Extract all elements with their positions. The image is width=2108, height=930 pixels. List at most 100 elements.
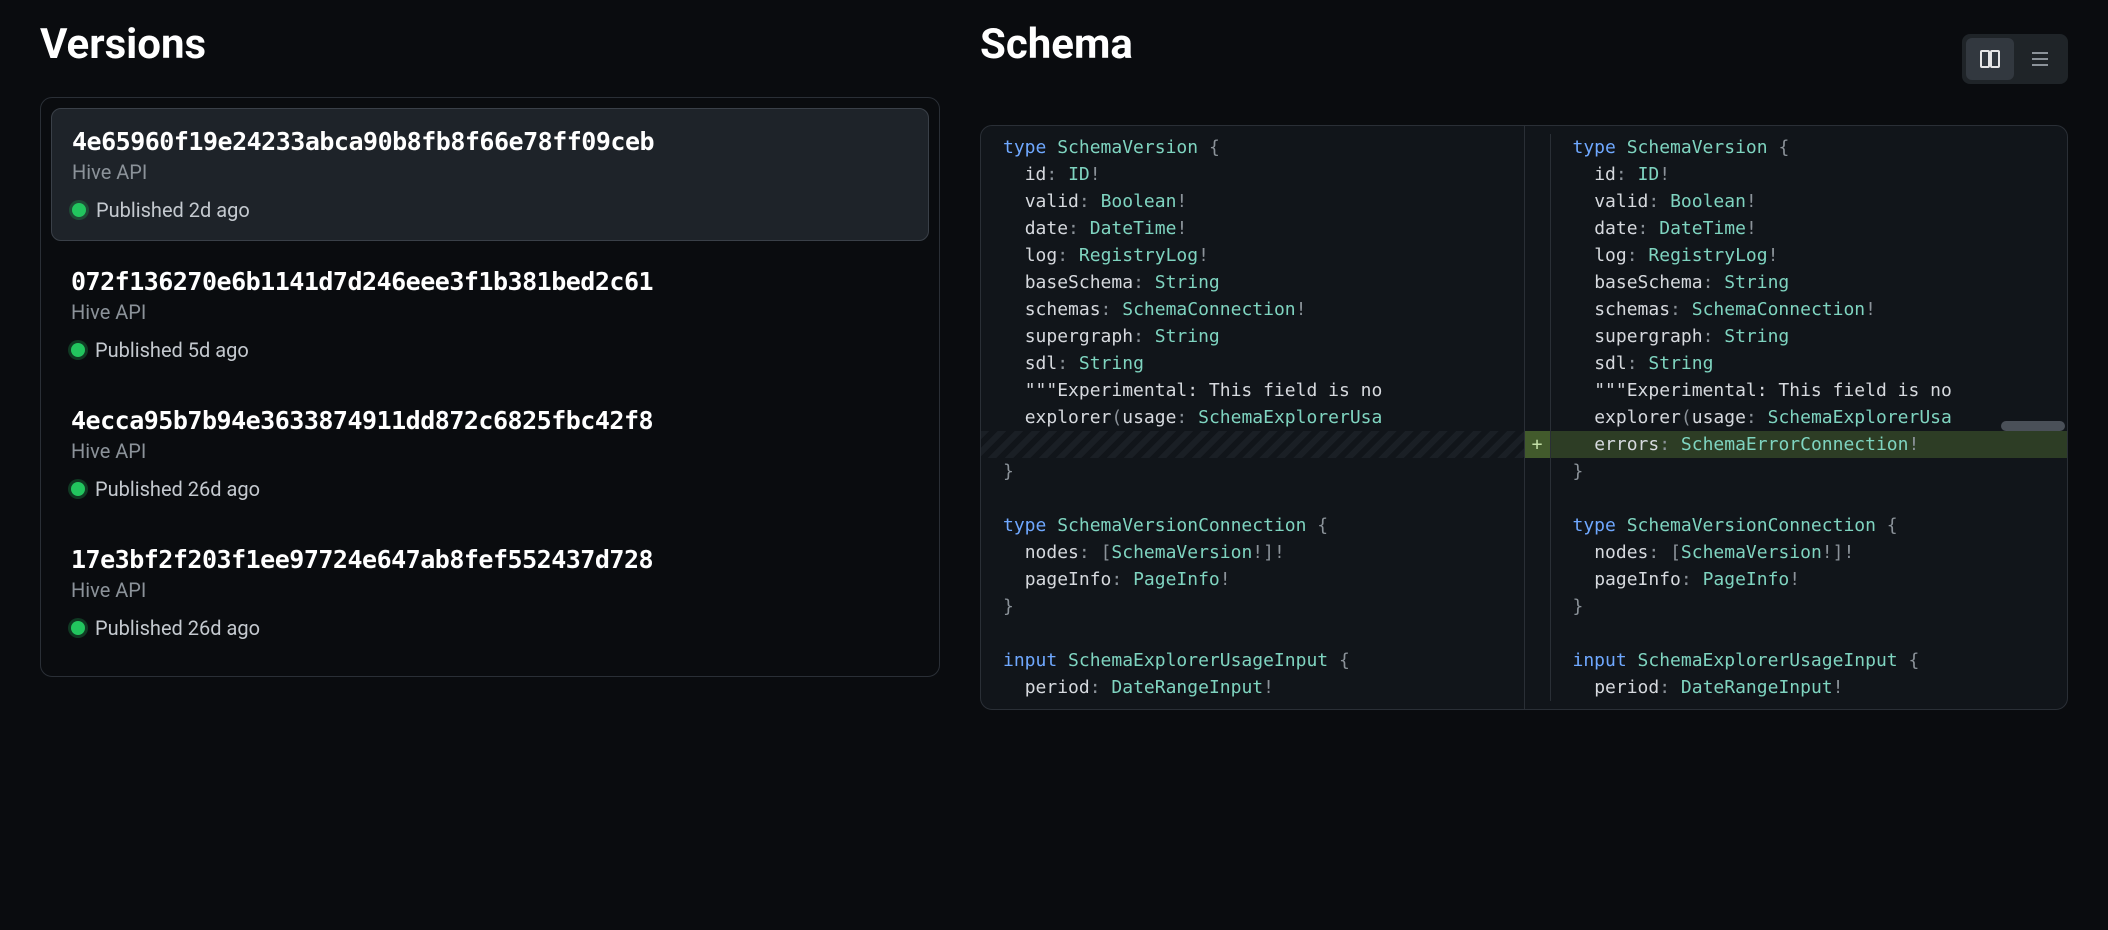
diff-gutter — [1525, 188, 1551, 215]
code-line-content: type SchemaVersionConnection { — [981, 512, 1524, 539]
code-line: type SchemaVersionConnection { — [1525, 512, 2068, 539]
diff-gutter: + — [1525, 431, 1551, 458]
code-line-content: nodes: [SchemaVersion!]! — [1551, 539, 2068, 566]
code-line-content — [1551, 485, 2068, 512]
list-icon — [2028, 47, 2052, 71]
code-line-content: } — [1551, 593, 2068, 620]
code-line: pageInfo: PageInfo! — [981, 566, 1524, 593]
diff-gutter — [1525, 512, 1551, 539]
code-line: id: ID! — [1525, 161, 2068, 188]
code-line — [1525, 485, 2068, 512]
code-line: valid: Boolean! — [1525, 188, 2068, 215]
code-line: input SchemaExplorerUsageInput { — [981, 647, 1524, 674]
code-line-content: input SchemaExplorerUsageInput { — [1551, 647, 2068, 674]
code-line: supergraph: String — [1525, 323, 2068, 350]
code-line-content: schemas: SchemaConnection! — [1551, 296, 2068, 323]
version-status: Published 2d ago — [72, 198, 908, 222]
diff-pane-left: type SchemaVersion { id: ID! valid: Bool… — [981, 126, 1525, 709]
version-status-text: Published 26d ago — [95, 616, 260, 640]
version-status-text: Published 26d ago — [95, 477, 260, 501]
code-line-content: log: RegistryLog! — [1551, 242, 2068, 269]
diff-gutter — [1525, 647, 1551, 674]
status-dot-icon — [71, 482, 85, 496]
code-line-content: supergraph: String — [1551, 323, 2068, 350]
code-line-content: id: ID! — [1551, 161, 2068, 188]
code-line — [981, 431, 1524, 458]
code-line-content: } — [1551, 458, 2068, 485]
version-hash: 17e3bf2f203f1ee97724e647ab8fef552437d728 — [71, 545, 909, 574]
version-app: Hive API — [71, 439, 909, 463]
version-item[interactable]: 4ecca95b7b94e3633874911dd872c6825fbc42f8… — [51, 388, 929, 519]
diff-gutter — [1525, 134, 1551, 161]
version-item[interactable]: 072f136270e6b1141d7d246eee3f1b381bed2c61… — [51, 249, 929, 380]
code-line: supergraph: String — [981, 323, 1524, 350]
version-app: Hive API — [71, 578, 909, 602]
diff-gutter — [1525, 404, 1551, 431]
list-view-button[interactable] — [2016, 38, 2064, 80]
code-line-content: input SchemaExplorerUsageInput { — [981, 647, 1524, 674]
code-line: id: ID! — [981, 161, 1524, 188]
horizontal-scrollbar[interactable] — [2001, 421, 2065, 431]
code-line-content: explorer(usage: SchemaExplorerUsa — [1551, 404, 2068, 431]
code-line-content — [981, 431, 1524, 458]
code-line-content: supergraph: String — [981, 323, 1524, 350]
columns-icon — [1978, 47, 2002, 71]
version-app: Hive API — [71, 300, 909, 324]
version-hash: 4ecca95b7b94e3633874911dd872c6825fbc42f8 — [71, 406, 909, 435]
schema-panel: Schema type SchemaVersion { id: ID! vali… — [980, 20, 2068, 930]
code-line-content: } — [981, 458, 1524, 485]
diff-gutter — [1525, 296, 1551, 323]
code-line — [981, 620, 1524, 647]
code-line — [1525, 620, 2068, 647]
code-line-content: type SchemaVersion { — [1551, 134, 2068, 161]
diff-gutter — [1525, 323, 1551, 350]
code-line-content: baseSchema: String — [981, 269, 1524, 296]
version-status-text: Published 5d ago — [95, 338, 249, 362]
versions-list: 4e65960f19e24233abca90b8fb8f66e78ff09ceb… — [40, 97, 940, 677]
code-line-content: sdl: String — [981, 350, 1524, 377]
diff-gutter — [1525, 215, 1551, 242]
diff-gutter — [1525, 485, 1551, 512]
code-line: period: DateRangeInput! — [1525, 674, 2068, 701]
code-line: type SchemaVersion { — [981, 134, 1524, 161]
code-line: """Experimental: This field is no — [1525, 377, 2068, 404]
schema-title: Schema — [980, 20, 1133, 69]
code-line-content: baseSchema: String — [1551, 269, 2068, 296]
code-line: schemas: SchemaConnection! — [1525, 296, 2068, 323]
code-line: sdl: String — [1525, 350, 2068, 377]
code-line: type SchemaVersionConnection { — [981, 512, 1524, 539]
diff-pane-right: type SchemaVersion { id: ID! valid: Bool… — [1525, 126, 2068, 709]
code-line-content: date: DateTime! — [981, 215, 1524, 242]
diff-gutter — [1525, 269, 1551, 296]
status-dot-icon — [71, 621, 85, 635]
version-item[interactable]: 4e65960f19e24233abca90b8fb8f66e78ff09ceb… — [51, 108, 929, 241]
code-line: """Experimental: This field is no — [981, 377, 1524, 404]
diff-gutter — [1525, 377, 1551, 404]
code-line: nodes: [SchemaVersion!]! — [981, 539, 1524, 566]
version-status: Published 26d ago — [71, 616, 909, 640]
code-line-content: pageInfo: PageInfo! — [981, 566, 1524, 593]
version-item[interactable]: 17e3bf2f203f1ee97724e647ab8fef552437d728… — [51, 527, 929, 658]
code-line: log: RegistryLog! — [981, 242, 1524, 269]
code-line: + errors: SchemaErrorConnection! — [1525, 431, 2068, 458]
diff-gutter — [1525, 674, 1551, 701]
status-dot-icon — [72, 203, 86, 217]
version-hash: 4e65960f19e24233abca90b8fb8f66e78ff09ceb — [72, 127, 908, 156]
code-line: baseSchema: String — [1525, 269, 2068, 296]
code-line — [981, 485, 1524, 512]
diff-view-button[interactable] — [1966, 38, 2014, 80]
code-line-content: } — [981, 593, 1524, 620]
view-toggle — [1962, 34, 2068, 84]
diff-viewer[interactable]: type SchemaVersion { id: ID! valid: Bool… — [980, 125, 2068, 710]
code-line: pageInfo: PageInfo! — [1525, 566, 2068, 593]
code-line: explorer(usage: SchemaExplorerUsa — [981, 404, 1524, 431]
code-line: nodes: [SchemaVersion!]! — [1525, 539, 2068, 566]
code-line: type SchemaVersion { — [1525, 134, 2068, 161]
code-line: date: DateTime! — [1525, 215, 2068, 242]
code-line-content: period: DateRangeInput! — [1551, 674, 2068, 701]
code-line-content: errors: SchemaErrorConnection! — [1551, 431, 2068, 458]
code-line-content: pageInfo: PageInfo! — [1551, 566, 2068, 593]
code-line: log: RegistryLog! — [1525, 242, 2068, 269]
version-status: Published 5d ago — [71, 338, 909, 362]
diff-gutter — [1525, 593, 1551, 620]
